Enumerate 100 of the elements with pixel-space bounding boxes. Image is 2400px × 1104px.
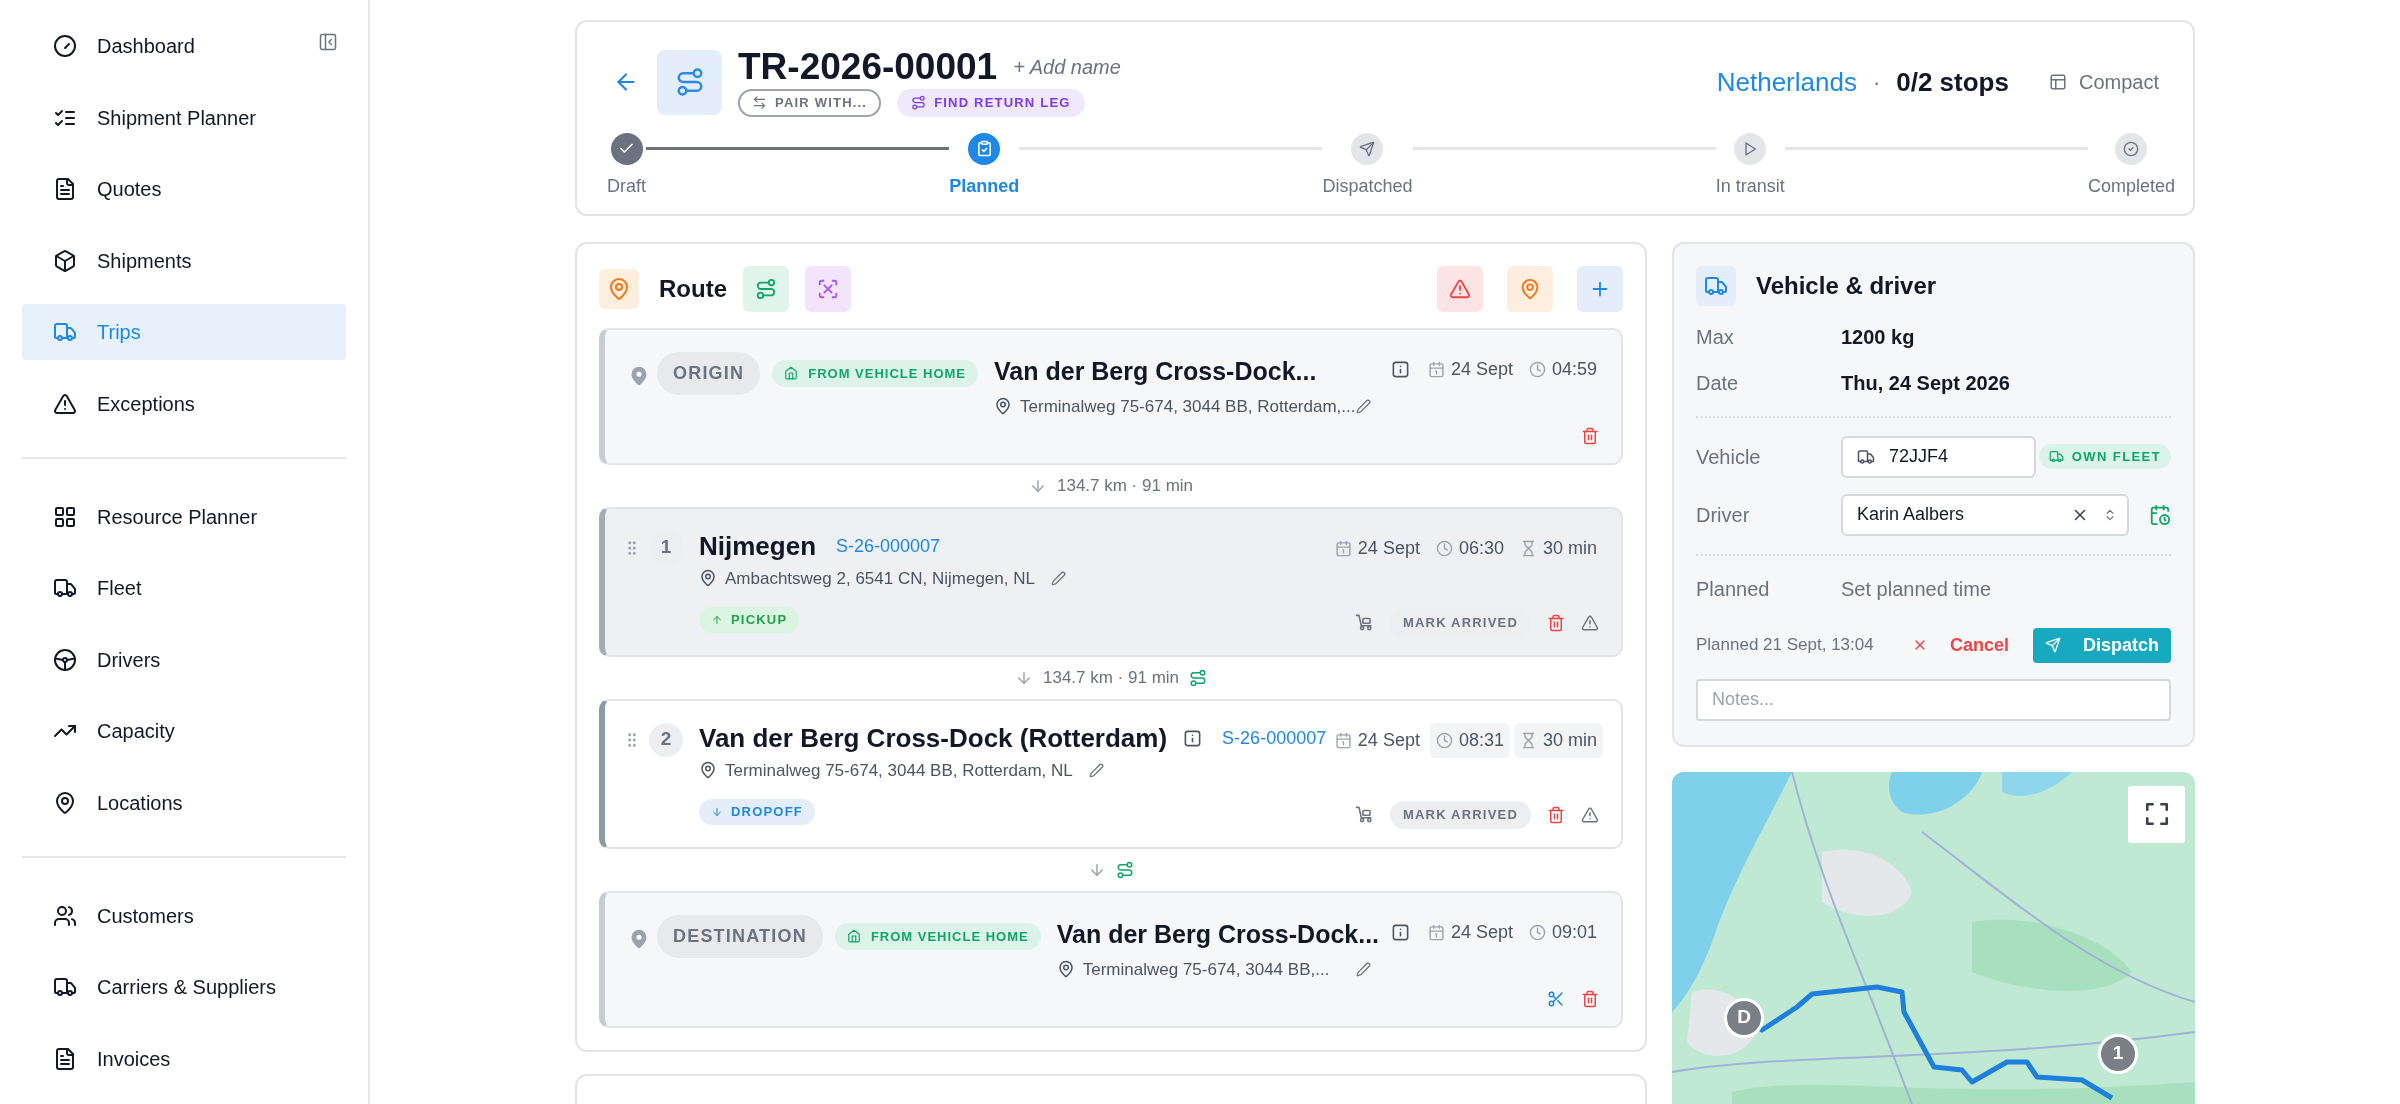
pencil-icon	[1088, 762, 1104, 778]
stop-date: 24 Sept	[1328, 722, 1426, 758]
cancel-button[interactable]: Cancel	[1911, 631, 2009, 659]
step-label: Draft	[607, 174, 646, 198]
panel-icon	[318, 32, 338, 52]
sidebar-item[interactable]: Quotes	[22, 161, 346, 217]
edit-address-button[interactable]	[1050, 570, 1066, 586]
sidebar-item[interactable]: Locations	[22, 774, 346, 831]
map-pin-icon	[53, 790, 77, 815]
split-button[interactable]	[1547, 989, 1565, 1008]
route-title: Route	[659, 273, 727, 304]
mark-arrived-button[interactable]: MARK ARRIVED	[1389, 801, 1531, 829]
map-pin-icon	[699, 569, 717, 588]
users-icon	[53, 903, 77, 928]
step-marker[interactable]	[1351, 132, 1384, 165]
warning-button[interactable]	[1581, 613, 1599, 632]
driver-select[interactable]: Karin Aalbers	[1841, 493, 2129, 536]
warning-button[interactable]	[1437, 265, 1483, 312]
field-value: Thu, 24 Sept 2026	[1841, 370, 2010, 396]
find-return-leg-button[interactable]: FIND RETURN LEG	[897, 89, 1085, 117]
info-button[interactable]	[1183, 728, 1203, 748]
sidebar-item[interactable]: Capacity	[22, 703, 346, 759]
trash-icon	[1547, 613, 1565, 632]
field-label: Vehicle	[1696, 444, 1762, 470]
step-marker[interactable]	[1734, 132, 1767, 165]
sidebar-item[interactable]: Dashboard	[22, 18, 318, 74]
delete-button[interactable]	[1581, 426, 1599, 445]
field-value: 1200 kg	[1841, 324, 1915, 350]
delete-button[interactable]	[1547, 805, 1565, 824]
stop-date: 24 Sept	[1328, 530, 1426, 566]
info-icon	[1183, 728, 1203, 748]
step-label: Planned	[949, 174, 1020, 198]
stop-date: 24 Sept	[1421, 351, 1519, 387]
info-icon	[1390, 922, 1410, 942]
region-link[interactable]: Netherlands	[1716, 62, 1857, 102]
notes-field[interactable]: Notes...	[1696, 678, 2171, 721]
edit-address-button[interactable]	[1356, 961, 1372, 977]
trip-title: TR-2026-00001	[738, 48, 998, 85]
gauge-icon	[53, 34, 77, 58]
warning-button[interactable]	[1581, 805, 1599, 824]
step-marker[interactable]	[610, 132, 643, 165]
stop-time: 08:31	[1429, 722, 1510, 758]
optimize-route-button[interactable]	[743, 265, 789, 312]
map-pin-icon	[1519, 277, 1541, 300]
sidebar-item[interactable]: Drivers	[22, 631, 346, 688]
trash-icon	[1581, 989, 1599, 1008]
sidebar-item[interactable]: Invoices	[22, 1030, 346, 1087]
play-icon	[1742, 140, 1759, 157]
field-label: Planned	[1696, 576, 1771, 602]
compact-toggle[interactable]: Compact	[2048, 67, 2159, 98]
grid-icon	[53, 504, 77, 529]
clock-icon	[1435, 731, 1453, 749]
step-marker[interactable]	[968, 132, 1001, 165]
role-label: ORIGIN	[657, 351, 761, 395]
edit-address-button[interactable]	[1088, 762, 1104, 778]
scan-button[interactable]	[805, 265, 851, 312]
swap-icon	[752, 95, 767, 111]
stops-count: 0/2 stops	[1896, 65, 2009, 99]
vehicle-field[interactable]: 72JJF4	[1841, 435, 2036, 478]
delete-button[interactable]	[1547, 613, 1565, 632]
box-icon	[53, 248, 77, 273]
fullscreen-button[interactable]	[2128, 785, 2185, 843]
info-button[interactable]	[1390, 922, 1410, 942]
map-pin-icon	[629, 928, 649, 949]
add-name-link[interactable]: + Add name	[1013, 51, 1121, 82]
sidebar-item[interactable]: Exceptions	[22, 375, 346, 432]
info-button[interactable]	[1390, 359, 1410, 379]
calendar-icon	[1334, 539, 1352, 557]
arrow-up-icon	[711, 613, 723, 626]
set-time-link[interactable]: Set planned time	[1841, 573, 1992, 604]
pin-button[interactable]	[1507, 265, 1553, 312]
step-marker[interactable]	[2115, 132, 2148, 165]
cart-button[interactable]	[1354, 613, 1374, 633]
home-icon	[784, 366, 799, 381]
sidebar-item[interactable]: Shipment Planner	[22, 89, 346, 146]
cart-button[interactable]	[1354, 805, 1374, 825]
sidebar-item[interactable]: Customers	[22, 887, 346, 944]
sidebar-item[interactable]: Shipments	[22, 232, 346, 289]
add-stop-button[interactable]	[1577, 265, 1623, 312]
trash-icon	[1581, 426, 1599, 445]
pair-with-button[interactable]: PAIR WITH...	[738, 89, 882, 117]
truck-icon	[53, 320, 77, 344]
stop-time: 06:30	[1429, 530, 1510, 566]
pencil-icon	[1355, 398, 1371, 414]
calendar-icon	[1427, 360, 1445, 378]
collapse-sidebar-button[interactable]	[318, 32, 338, 52]
warning-icon	[1449, 277, 1471, 300]
planned-note: Planned 21 Sept, 13:04	[1696, 634, 1874, 657]
edit-address-button[interactable]	[1355, 398, 1371, 414]
steering-wheel-icon	[53, 647, 77, 672]
sidebar-item[interactable]: Fleet	[22, 560, 346, 616]
stop-name: Nijmegen	[699, 530, 817, 562]
sidebar-item[interactable]: Carriers & Suppliers	[22, 959, 346, 1015]
schedule-button[interactable]	[2149, 503, 2171, 526]
sidebar-item[interactable]: Resource Planner	[22, 488, 346, 545]
warning-icon	[53, 391, 77, 416]
step-label: Dispatched	[1322, 174, 1413, 198]
field-label: Max	[1696, 324, 1735, 350]
shipment-link[interactable]: S-26-000007	[1222, 724, 1327, 752]
delete-button[interactable]	[1581, 989, 1599, 1008]
